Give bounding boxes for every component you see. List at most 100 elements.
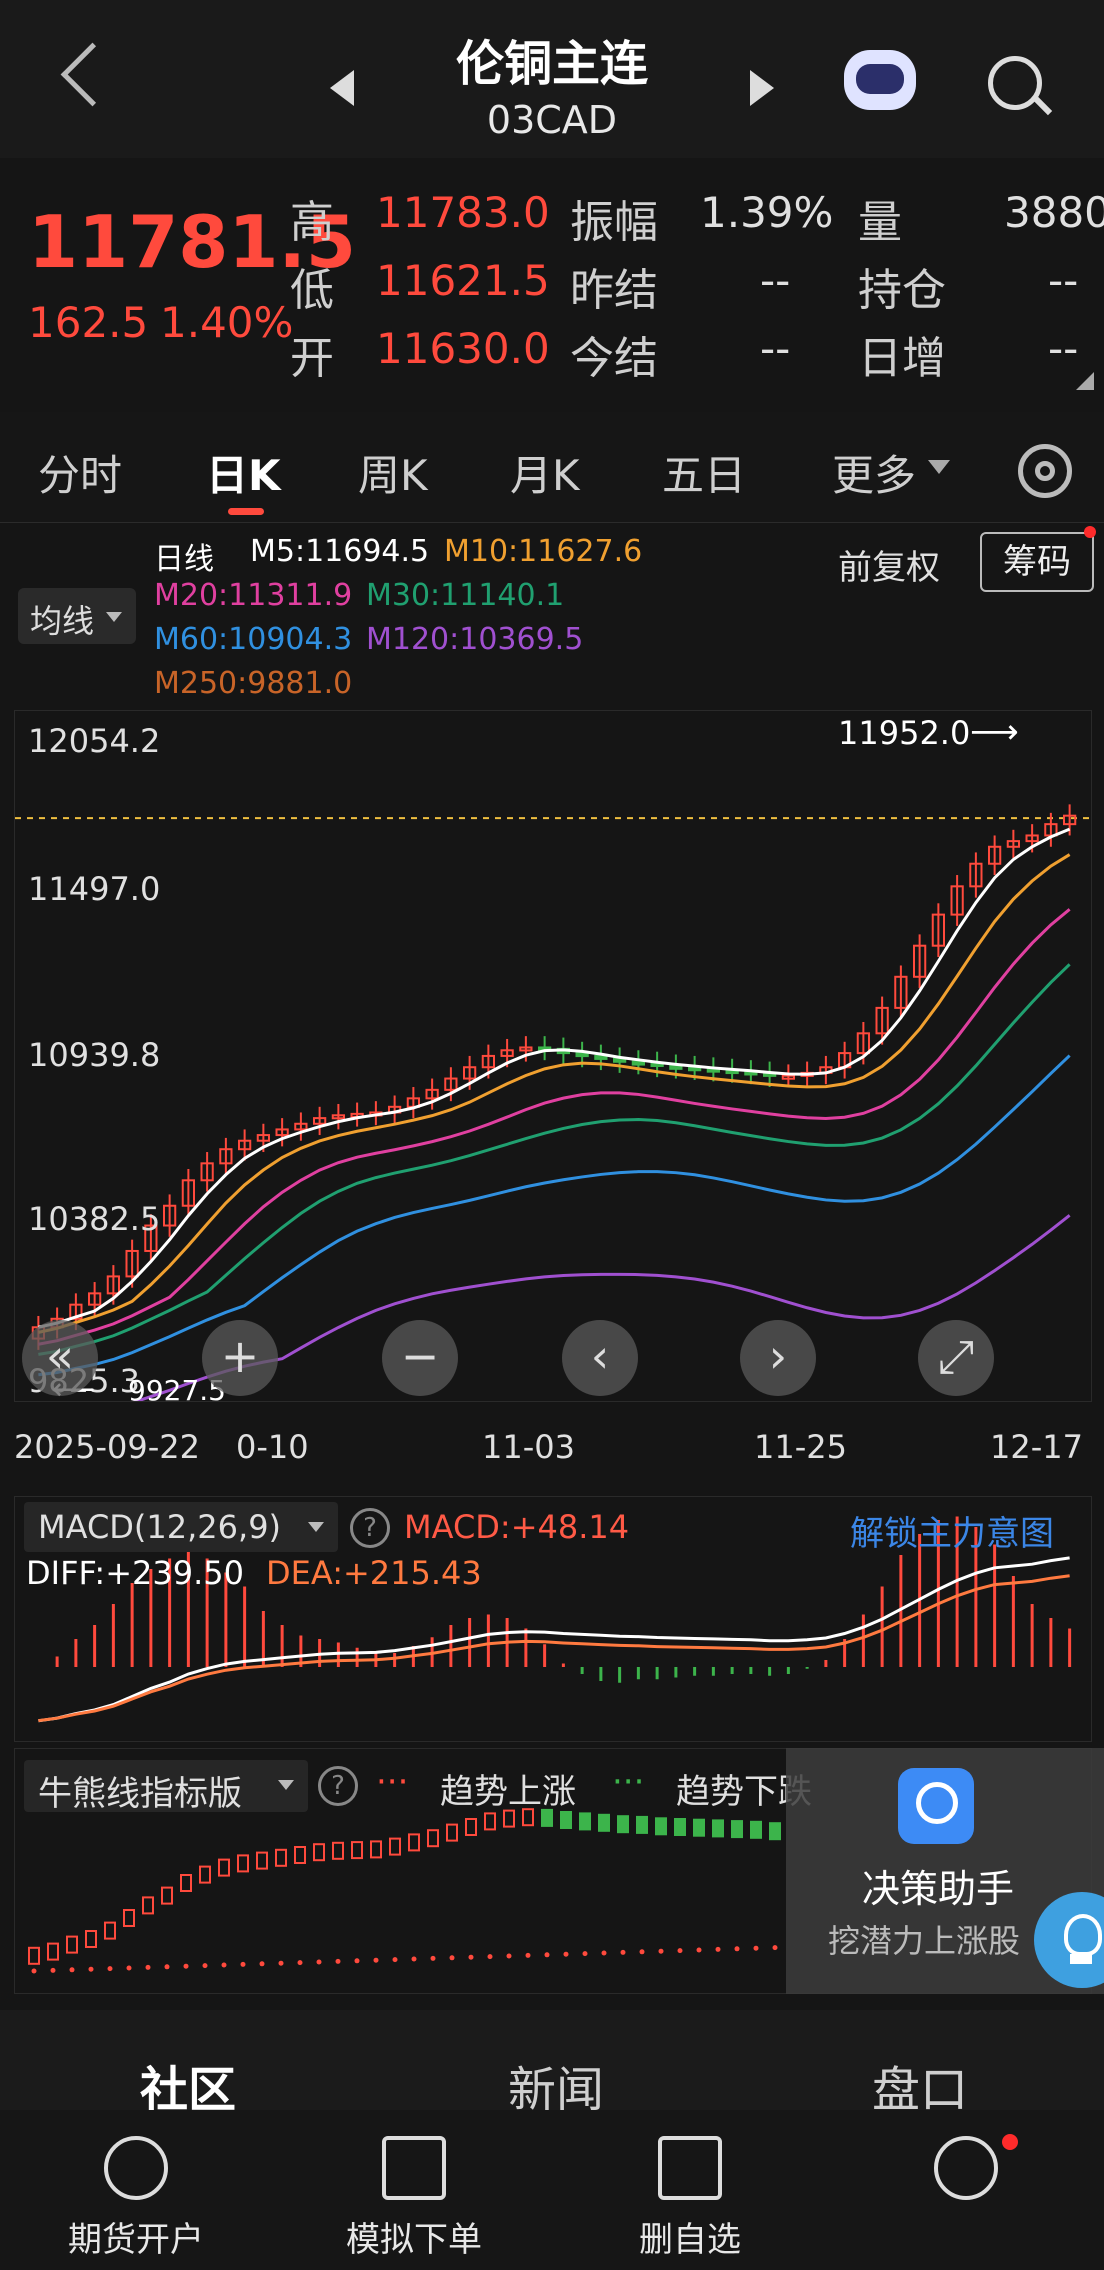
search-icon[interactable] [988,56,1042,110]
candle [594,1054,608,1060]
kline-panel[interactable] [14,710,1092,1402]
bull-bear-candle [484,1812,496,1831]
next-contract-icon[interactable] [750,70,774,106]
trend-dot [164,1964,170,1970]
trend-dot [639,1949,645,1955]
trend-dot [525,1952,531,1958]
bull-bear-candle [408,1833,420,1852]
chips-button[interactable]: 筹码 [980,532,1094,592]
tab-daily-k[interactable]: 日K [206,442,281,503]
trend-dot [449,1955,455,1961]
ai-robot-icon[interactable] [844,50,916,110]
rewind-icon[interactable]: « [22,1320,98,1396]
zoom-out-icon[interactable]: − [382,1320,458,1396]
bull-bear-candle [66,1935,78,1954]
minus-square-icon [658,2136,722,2200]
arrow-right-icon: ⟶ [970,712,1019,752]
candle [575,1052,589,1058]
unlock-main-force-link[interactable]: 解锁主力意图 [850,1506,1054,1555]
help-icon[interactable]: ? [318,1766,358,1806]
simulated-order-button[interactable]: 模拟下单 [314,2136,514,2261]
price-axis-label: 10382.5 [28,1200,161,1238]
prev-settle-value: -- [760,256,791,305]
contract-code: 03CAD [486,98,618,142]
open-futures-account-button[interactable]: 期货开户 [36,2136,236,2261]
chevron-down-icon [308,1522,324,1532]
fullscreen-icon[interactable]: ⤢ [918,1320,994,1396]
tab-more[interactable]: 更多 [832,442,916,503]
document-icon [382,2136,446,2200]
dea-line [38,1574,1070,1723]
ma30-value: M30:11140.1 [366,578,565,613]
help-icon[interactable]: ? [350,1508,390,1548]
expand-quote-icon[interactable] [1076,372,1094,390]
open-interest-value: -- [1048,256,1079,305]
date-axis-label: 2025-09-22 [14,1428,200,1466]
trend-dot [373,1957,379,1963]
trend-dot [468,1954,474,1960]
bull-bear-candle [579,1812,591,1831]
trend-dot [69,1967,75,1973]
bull-bear-candle [693,1818,705,1837]
ma5-value: M5:11694.5 [250,534,430,569]
tab-five-day[interactable]: 五日 [662,442,746,503]
ma5-line [38,827,1071,1329]
trend-dot [563,1951,569,1957]
macd-value: MACD:+48.14 [404,1508,630,1546]
ma60-line [38,1054,1071,1377]
ma-selector[interactable]: 均线 [18,588,136,644]
candle [631,1060,645,1066]
trend-dot [278,1960,284,1966]
bull-bear-candle [560,1811,572,1829]
tab-monthly-k[interactable]: 月K [510,442,580,503]
gear-icon[interactable] [1018,444,1072,498]
next-icon[interactable]: › [740,1320,816,1396]
bull-bear-candle [199,1865,211,1884]
date-axis-label: 12-17 [990,1428,1083,1466]
bull-bear-selector-label: 牛熊线指标版 [38,1774,242,1814]
active-tab-indicator [228,508,264,515]
trend-dot [126,1965,132,1971]
trend-dot [772,1945,778,1951]
bull-bear-candle [769,1822,781,1841]
period-tabs: 分时 日K 周K 月K 五日 更多 [0,412,1104,523]
trend-dot [582,1951,588,1957]
bull-bear-candle [617,1815,629,1834]
menu-button[interactable] [866,2136,1066,2212]
trend-dot [183,1963,189,1969]
nav-label: 模拟下单 [346,2220,482,2260]
adjust-mode[interactable]: 前复权 [838,540,940,589]
bull-bear-candle [123,1909,135,1927]
remove-watchlist-button[interactable]: 删自选 [590,2136,790,2261]
chevron-down-icon [106,612,122,622]
prev-settle-label: 昨结 [570,265,658,316]
ma120-value: M120:10369.5 [366,622,584,657]
bull-bear-selector[interactable]: 牛熊线指标版 [24,1760,308,1814]
prev-icon[interactable]: ‹ [562,1320,638,1396]
bull-bear-candle [218,1858,230,1877]
up-legend-dots: ··· [376,1762,409,1802]
trend-dot [677,1948,683,1954]
trend-dot [715,1946,721,1952]
high-value: 11783.0 [376,188,550,237]
date-axis-label: 0-10 [236,1428,309,1466]
macd-selector-label: MACD(12,26,9) [38,1508,282,1546]
date-axis-label: 11-03 [482,1428,575,1466]
bull-bear-candle [294,1846,306,1864]
amplitude-label: 振幅 [570,197,658,248]
trend-dot [696,1947,702,1953]
trend-dot [734,1946,740,1952]
bull-bear-candle [674,1818,686,1836]
tab-intraday[interactable]: 分时 [38,442,122,503]
trend-dot [31,1968,37,1974]
notification-dot [1084,526,1096,538]
trend-dot [297,1960,303,1966]
period-label: 日线 [154,542,214,577]
trend-dot [145,1964,151,1970]
macd-selector[interactable]: MACD(12,26,9) [24,1502,338,1552]
zoom-in-icon[interactable]: + [202,1320,278,1396]
tab-weekly-k[interactable]: 周K [358,442,428,503]
trend-dot [202,1963,208,1969]
price-axis-label: 10939.8 [28,1036,161,1074]
bull-bear-candle [446,1823,458,1842]
